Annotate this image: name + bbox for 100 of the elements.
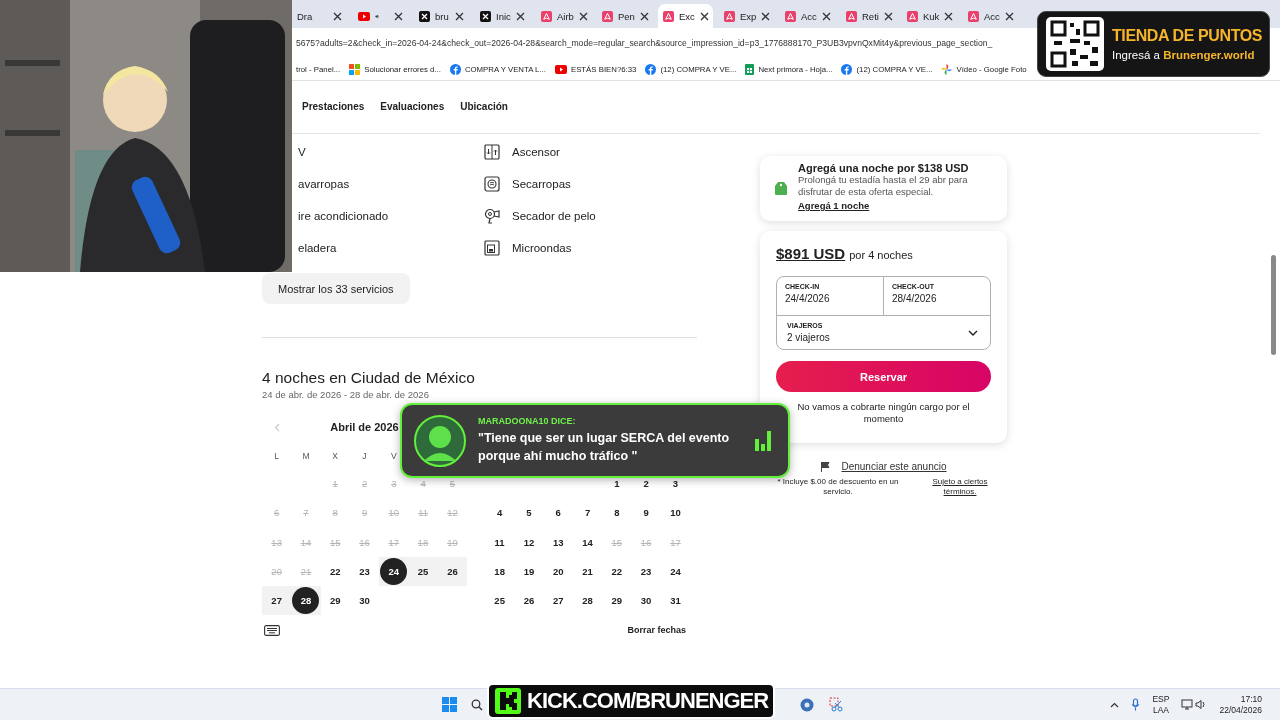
calendar-day[interactable]: 30 — [351, 587, 379, 615]
calendar-day: 12 — [438, 499, 466, 527]
calendar-day: 1 — [321, 470, 349, 498]
calendar-day: 3 — [380, 470, 408, 498]
calendar-day[interactable]: 14 — [574, 528, 602, 556]
calendar-day[interactable]: 23 — [632, 558, 660, 586]
calendar-day[interactable]: 5 — [515, 499, 543, 527]
calendar-day[interactable]: 20 — [544, 558, 572, 586]
weekday-label: V — [389, 451, 398, 461]
calendar-day[interactable]: 24 — [661, 558, 689, 586]
network-volume-icon[interactable] — [1181, 698, 1208, 711]
add-night-link[interactable]: Agregá 1 noche — [798, 200, 870, 211]
qr-code-icon — [1046, 17, 1104, 71]
chevron-up-icon[interactable] — [1110, 701, 1120, 708]
amenity-label: eladera — [298, 242, 337, 254]
calendar-day[interactable]: 6 — [544, 499, 572, 527]
calendar-day[interactable]: 23 — [351, 558, 379, 586]
offer-text: Prolongá tu estadía hasta el 29 abr para disfrutar de esta oferta especial. — [798, 174, 969, 198]
calendar-day[interactable]: 13 — [544, 528, 572, 556]
show-all-amenities-button[interactable]: Mostrar los 33 servicios — [262, 273, 410, 304]
calendar-day[interactable]: 27 — [544, 587, 572, 615]
close-icon[interactable] — [944, 11, 954, 21]
calendar-day: 11 — [409, 499, 437, 527]
calendar-day[interactable]: 31 — [661, 587, 689, 615]
total-price: $891 USD — [776, 245, 846, 262]
section-link[interactable]: Evaluaciones — [380, 101, 445, 112]
close-icon[interactable] — [455, 11, 464, 21]
calendar-day[interactable]: 4 — [486, 499, 514, 527]
close-icon[interactable] — [394, 11, 403, 21]
keyboard-icon[interactable] — [264, 625, 280, 636]
terms-link[interactable]: Sujeto a ciertos términos. — [929, 477, 991, 497]
calendar-day[interactable]: 29 — [321, 587, 349, 615]
microphone-icon[interactable] — [1131, 698, 1141, 711]
amenity-label: ire acondicionado — [298, 210, 389, 222]
calendar-day[interactable]: 19 — [515, 558, 543, 586]
browser-tab[interactable]: Acc — [780, 4, 835, 28]
pinwheel-icon — [941, 63, 953, 75]
close-icon[interactable] — [883, 11, 893, 21]
calendar-day[interactable]: 21 — [574, 558, 602, 586]
reserve-button[interactable]: Reservar — [776, 361, 991, 392]
calendar-day[interactable]: 28 — [292, 587, 320, 615]
close-icon[interactable] — [699, 11, 709, 21]
close-icon[interactable] — [578, 11, 588, 21]
input-language[interactable]: ESP — [1152, 693, 1170, 705]
clear-dates-button[interactable]: Borrar fechas — [623, 623, 690, 638]
house-logo-icon — [541, 10, 552, 22]
calendar-day[interactable]: 11 — [486, 528, 514, 556]
calendar-day[interactable]: 25 — [409, 558, 437, 586]
calendar-day[interactable]: 25 — [486, 587, 514, 615]
gear-icon[interactable] — [799, 696, 815, 713]
browser-tab[interactable]: Reti — [841, 4, 896, 28]
close-icon[interactable] — [333, 11, 342, 21]
close-icon[interactable] — [1004, 11, 1014, 21]
section-link[interactable]: Prestaciones — [302, 101, 365, 112]
calendar-day[interactable]: 10 — [661, 499, 689, 527]
house-logo-icon — [968, 10, 979, 22]
browser-tab[interactable]: Kuk — [902, 4, 957, 28]
calendar-day[interactable]: 7 — [574, 499, 602, 527]
close-icon[interactable] — [821, 11, 831, 21]
calendar-day[interactable]: 29 — [603, 587, 631, 615]
browser-tab[interactable]: Exp — [719, 4, 774, 28]
browser-tab[interactable]: Pen — [597, 4, 652, 28]
calendar-day: 14 — [292, 528, 320, 556]
amenity-label: Secador de pelo — [512, 210, 596, 222]
calendar-day[interactable]: 12 — [515, 528, 543, 556]
windows-start-icon[interactable] — [442, 697, 457, 712]
close-icon[interactable] — [516, 11, 525, 21]
calendar-day[interactable]: 26 — [438, 558, 466, 586]
calendar-day[interactable]: 22 — [321, 558, 349, 586]
calendar-day[interactable]: 9 — [632, 499, 660, 527]
search-icon[interactable] — [471, 698, 483, 711]
browser-tab[interactable]: Acc — [963, 4, 1018, 28]
calendar-day[interactable]: 26 — [515, 587, 543, 615]
section-link[interactable]: Ubicación — [460, 101, 508, 112]
windows-logo-icon — [349, 63, 361, 75]
browser-tab[interactable]: bru — [414, 4, 469, 28]
stay-dates: 24 de abr. de 2026 - 28 de abr. de 2026 — [262, 389, 430, 400]
calendar-day: 4 — [409, 470, 437, 498]
calendar-day[interactable]: 28 — [574, 587, 602, 615]
calendar-day[interactable]: 18 — [486, 558, 514, 586]
browser-tab[interactable]: Exc — [658, 4, 713, 28]
calendar-day[interactable]: 22 — [603, 558, 631, 586]
house-logo-icon — [785, 10, 796, 22]
close-icon[interactable] — [639, 11, 649, 21]
report-listing-link[interactable]: Denunciar este anuncio — [841, 461, 947, 472]
clock-date[interactable]: 22/04/2026 — [1219, 704, 1262, 716]
close-icon[interactable] — [761, 11, 771, 21]
scissors-icon[interactable] — [829, 697, 843, 712]
calendar-day[interactable]: 24 — [380, 558, 408, 586]
calendar-day[interactable]: 30 — [632, 587, 660, 615]
address-bar-url[interactable]: 5675?adults=2&check_in=2026-04-24&check_out=2026-04-28&search_mode=regular_search&source_impression_id=p3_1776888170_P3UB3vpvnQxMit4y&previous_page_section_ — [296, 38, 993, 48]
promo-title: TIENDA DE PUNTOS — [1112, 27, 1263, 45]
keyboard-layout[interactable]: LAA — [1152, 704, 1169, 716]
clock-time[interactable]: 17:10 — [1240, 693, 1262, 705]
house-logo-icon — [846, 10, 857, 22]
browser-tab[interactable]: Airb — [536, 4, 591, 28]
browser-tab[interactable]: Dra — [292, 4, 347, 28]
calendar-day[interactable]: 8 — [603, 499, 631, 527]
browser-tab[interactable]: Inic — [475, 4, 530, 28]
calendar-day[interactable]: 27 — [263, 587, 291, 615]
